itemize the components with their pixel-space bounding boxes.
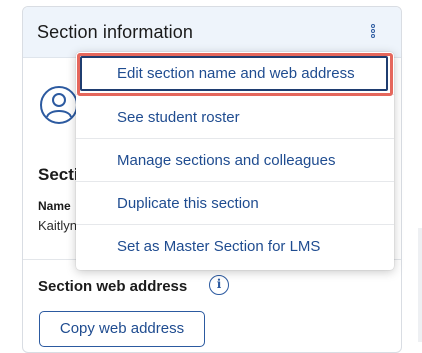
- menu-item-edit-section[interactable]: Edit section name and web address: [76, 52, 394, 96]
- menu-item-label: Manage sections and colleagues: [117, 152, 336, 169]
- kebab-menu-icon[interactable]: [369, 24, 377, 44]
- menu-item-label: Set as Master Section for LMS: [117, 238, 321, 255]
- info-icon[interactable]: i: [209, 275, 229, 295]
- menu-item-set-master-section[interactable]: Set as Master Section for LMS: [76, 225, 394, 268]
- name-label: Name: [38, 199, 71, 213]
- menu-item-duplicate-section[interactable]: Duplicate this section: [76, 182, 394, 225]
- section-actions-menu: Edit section name and web address See st…: [76, 52, 394, 270]
- menu-item-label: Duplicate this section: [117, 195, 259, 212]
- menu-item-label: See student roster: [117, 109, 240, 126]
- menu-item-label: Edit section name and web address: [117, 65, 355, 82]
- section-heading: Secti: [38, 165, 79, 184]
- name-value: Kaitlyn: [38, 218, 78, 233]
- panel-header: Section information: [23, 7, 401, 58]
- menu-item-manage-sections[interactable]: Manage sections and colleagues: [76, 139, 394, 182]
- adjacent-panel-edge: [418, 228, 422, 342]
- menu-item-student-roster[interactable]: See student roster: [76, 96, 394, 139]
- user-avatar-icon: [39, 85, 79, 125]
- panel-title: Section information: [37, 22, 193, 42]
- section-web-address-label: Section web address: [38, 278, 188, 295]
